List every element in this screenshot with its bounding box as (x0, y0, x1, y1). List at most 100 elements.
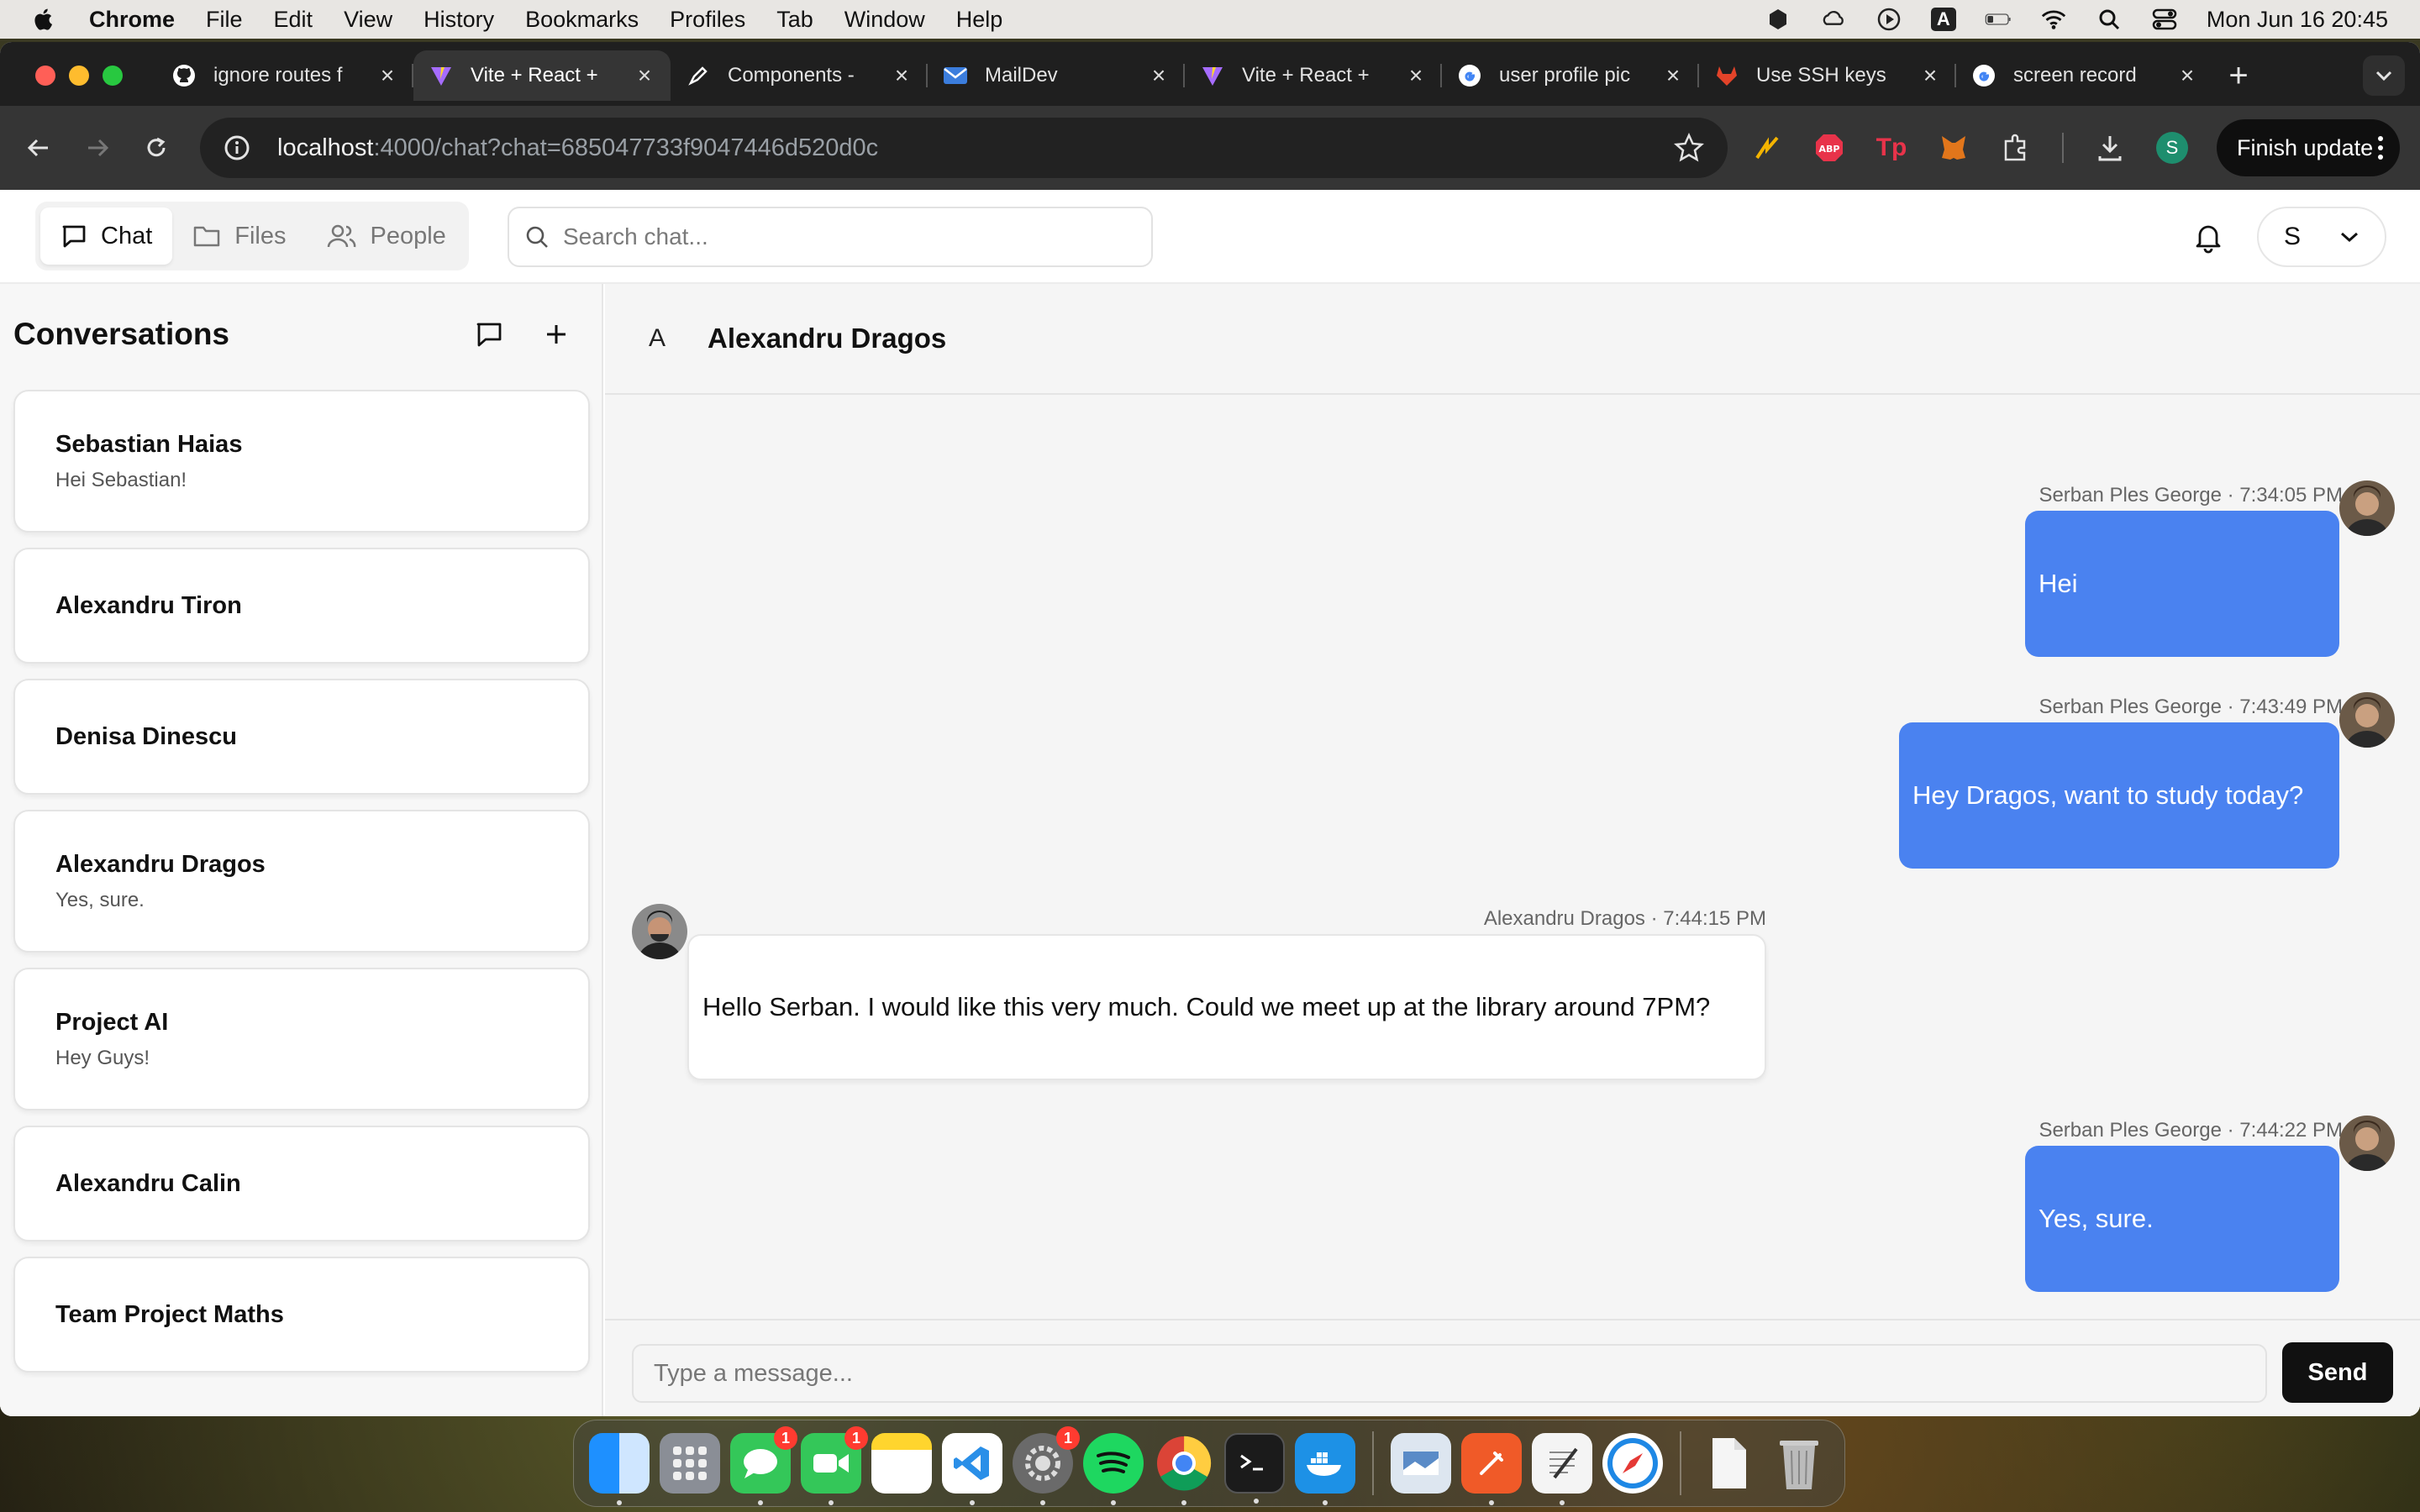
conversation-item[interactable]: Alexandru Calin (13, 1126, 590, 1242)
address-bar[interactable]: localhost:4000/chat?chat=685047733f90474… (200, 118, 1728, 178)
docker-icon[interactable] (1295, 1433, 1355, 1505)
message-bubble-outgoing: Hei (2025, 511, 2339, 657)
back-button[interactable] (20, 129, 57, 166)
extensions-puzzle-icon[interactable] (2000, 132, 2032, 164)
notifications-bell-icon[interactable] (2191, 220, 2225, 254)
play-status-icon[interactable] (1876, 8, 1902, 31)
extension-tp-icon[interactable]: Tp (1876, 132, 1907, 164)
browser-tab[interactable]: Vite + React + × (1185, 50, 1442, 101)
browser-tab[interactable]: screen record × (1956, 50, 2213, 101)
message-meta: Serban Ples George · 7:34:05 PM (2039, 484, 2343, 507)
close-tab-icon[interactable]: × (1148, 64, 1170, 87)
menu-edit[interactable]: Edit (274, 7, 313, 33)
conversation-item-active[interactable]: Alexandru Dragos Yes, sure. (13, 810, 590, 953)
menu-tab[interactable]: Tab (776, 7, 813, 33)
minimize-window-button[interactable] (69, 66, 89, 86)
conversation-item[interactable]: Project AI Hey Guys! (13, 968, 590, 1110)
browser-tab[interactable]: Components - × (671, 50, 928, 101)
chat-app: Chat Files People Search chat... S Conve… (0, 190, 2420, 1416)
system-settings-icon[interactable]: 1 (1013, 1426, 1080, 1505)
sender-avatar[interactable] (632, 904, 687, 959)
menu-bar-clock[interactable]: Mon Jun 16 20:45 (2207, 7, 2388, 33)
new-conversation-button[interactable] (539, 318, 573, 351)
spotlight-search-icon[interactable] (2096, 8, 2123, 31)
finder-icon[interactable] (589, 1433, 650, 1505)
extension-bolt-icon[interactable] (1751, 132, 1783, 164)
safari-icon[interactable] (1602, 1433, 1663, 1494)
conversation-item[interactable]: Alexandru Tiron (13, 548, 590, 664)
menu-help[interactable]: Help (956, 7, 1003, 33)
menu-profiles[interactable]: Profiles (670, 7, 745, 33)
menu-window[interactable]: Window (844, 7, 925, 33)
battery-icon[interactable] (1985, 8, 2012, 31)
url-path: :4000/chat?chat=685047733f9047446d520d0c (373, 134, 879, 161)
launchpad-icon[interactable] (660, 1433, 720, 1494)
spotify-icon[interactable] (1083, 1433, 1144, 1505)
close-tab-icon[interactable]: × (1662, 64, 1684, 87)
conversation-item[interactable]: Denisa Dinescu (13, 679, 590, 795)
nav-files-button[interactable]: Files (172, 207, 306, 265)
vscode-icon[interactable] (942, 1433, 1002, 1505)
adblock-icon[interactable]: ABP (1813, 132, 1845, 164)
apple-logo-icon[interactable] (32, 7, 57, 32)
forward-button[interactable] (79, 129, 116, 166)
downloads-icon[interactable] (2094, 132, 2126, 164)
terminal-icon[interactable] (1224, 1433, 1285, 1504)
close-tab-icon[interactable]: × (1919, 64, 1941, 87)
menu-history[interactable]: History (424, 7, 494, 33)
close-tab-icon[interactable]: × (891, 64, 913, 87)
wifi-icon[interactable] (2040, 8, 2067, 31)
postman-icon[interactable] (1461, 1433, 1522, 1505)
bookmark-star-icon[interactable] (1674, 133, 1704, 163)
conversation-item[interactable]: Team Project Maths (13, 1257, 590, 1373)
sender-avatar[interactable] (2339, 480, 2395, 536)
tab-search-button[interactable] (2363, 55, 2405, 96)
send-button[interactable]: Send (2282, 1342, 2393, 1403)
close-tab-icon[interactable]: × (2176, 64, 2198, 87)
cloud-status-icon[interactable] (1820, 8, 1847, 31)
chrome-icon[interactable] (1154, 1433, 1214, 1505)
input-source-icon[interactable]: A (1930, 8, 1956, 31)
site-info-icon[interactable] (224, 134, 250, 161)
reload-button[interactable] (138, 129, 175, 166)
nav-chat-button[interactable]: Chat (40, 207, 173, 265)
document-icon[interactable] (1698, 1433, 1759, 1494)
message-bubble-incoming: Hello Serban. I would like this very muc… (687, 934, 1766, 1080)
close-tab-icon[interactable]: × (634, 64, 655, 87)
app-status-icon[interactable] (1765, 8, 1791, 31)
finish-update-button[interactable]: Finish update (2217, 119, 2400, 176)
close-tab-icon[interactable]: × (1405, 64, 1427, 87)
menu-view[interactable]: View (344, 7, 392, 33)
zoom-window-button[interactable] (103, 66, 123, 86)
new-tab-button[interactable]: + (2213, 50, 2264, 101)
new-message-button[interactable] (472, 318, 506, 351)
menu-bookmarks[interactable]: Bookmarks (525, 7, 639, 33)
conversation-item[interactable]: Sebastian Haias Hei Sebastian! (13, 390, 590, 533)
facetime-icon[interactable]: 1 (801, 1426, 868, 1505)
browser-tab[interactable]: user profile pic × (1442, 50, 1699, 101)
nav-people-button[interactable]: People (307, 207, 466, 265)
close-window-button[interactable] (35, 66, 55, 86)
browser-tab[interactable]: ignore routes f × (156, 50, 413, 101)
profile-avatar[interactable]: S (2156, 132, 2188, 164)
sender-avatar[interactable] (2339, 692, 2395, 748)
control-center-icon[interactable] (2151, 8, 2178, 31)
browser-tab-active[interactable]: Vite + React + × (413, 50, 671, 101)
metamask-fox-icon[interactable] (1938, 132, 1970, 164)
close-tab-icon[interactable]: × (376, 64, 398, 87)
conversation-name: Denisa Dinescu (55, 722, 237, 750)
user-menu-button[interactable]: S (2257, 207, 2386, 267)
textedit-icon[interactable] (1532, 1433, 1592, 1505)
browser-tab[interactable]: Use SSH keys × (1699, 50, 1956, 101)
message-input[interactable] (632, 1344, 2267, 1403)
notes-icon[interactable] (871, 1433, 932, 1494)
menu-app-name[interactable]: Chrome (89, 7, 175, 33)
messages-icon[interactable]: 1 (730, 1426, 797, 1505)
browser-tab[interactable]: MailDev × (928, 50, 1185, 101)
menu-file[interactable]: File (206, 7, 243, 33)
chat-search-box[interactable] (508, 207, 1153, 267)
trash-icon[interactable] (1769, 1433, 1829, 1494)
preview-icon[interactable] (1391, 1433, 1451, 1494)
sender-avatar[interactable] (2339, 1116, 2395, 1171)
search-input[interactable] (563, 223, 1101, 250)
